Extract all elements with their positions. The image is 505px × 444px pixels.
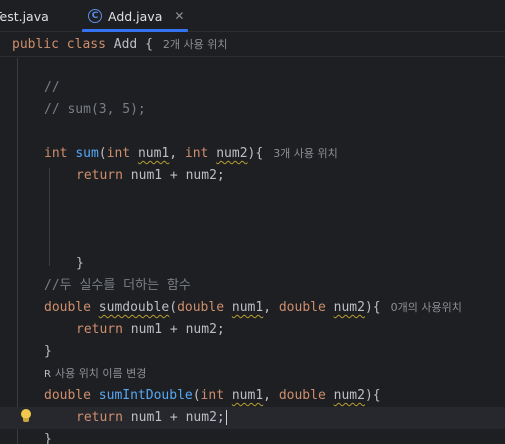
brace: { [145,37,153,52]
expression: num1 + num2; [130,410,225,425]
method-name: sumdouble [98,300,170,315]
method-name: sum [75,146,99,161]
comment-line[interactable]: // sum(3, 5); [44,99,146,121]
method-sum-declaration[interactable]: int sum(int num1, int num2){3개 사용 위치 [44,143,338,165]
brace: } [44,344,52,359]
tab-label: Add.java [108,8,163,24]
return-statement[interactable]: return num1 + num2; [76,319,225,341]
method-sumdouble-declaration[interactable]: double sumdouble(double num1, double num… [44,297,462,319]
brace: } [44,432,52,444]
param-type: int [200,388,225,403]
return-type: int [44,146,68,161]
tab-test-java[interactable]: Test.java [0,0,49,32]
expression: num1 + num2; [130,168,225,183]
indent-guide [49,168,50,266]
param-name: num2 [333,300,365,315]
comment-line[interactable]: // [44,77,60,99]
method-sumintdouble-declaration[interactable]: double sumIntDouble(int num1, double num… [44,385,381,407]
tab-label: Test.java [0,8,49,24]
comment-line[interactable]: //두 실수를 더하는 함수 [44,275,191,297]
keyword-public: public [12,37,59,52]
expression: num1 + num2; [130,322,225,337]
keyword-return: return [76,410,123,425]
editor-tab-bar: Test.java C Add.java ✕ [0,0,505,32]
tab-add-java[interactable]: C Add.java ✕ [82,0,189,32]
comment: // [44,80,60,95]
param-name: num1 [231,300,264,315]
param-type: double [278,300,326,315]
rename-icon: R [44,369,51,380]
keyword-return: return [76,322,123,337]
comment: //두 실수를 더하는 함수 [44,278,191,293]
class-declaration: public class Add {2개 사용 위치 [12,34,228,56]
return-statement[interactable]: return num1 + num2; [76,165,225,187]
param-name: num1 [231,388,264,403]
closing-brace[interactable]: } [44,429,52,444]
param-type: double [177,300,225,315]
param-name: num2 [216,146,248,161]
usages-hint[interactable]: 3개 사용 위치 [273,147,338,160]
class-name: Add [113,37,138,52]
keyword-return: return [76,168,123,183]
return-statement[interactable]: return num1 + num2; [76,407,227,429]
class-icon: C [88,9,102,23]
rename-hint-label: 사용 위치 이름 변경 [54,367,147,380]
return-type: double [44,388,91,403]
method-name: sumIntDouble [98,388,193,403]
usages-hint[interactable]: 2개 사용 위치 [163,38,228,51]
rename-usages-hint[interactable]: R 사용 위치 이름 변경 [44,363,146,385]
closing-brace[interactable]: } [76,253,84,275]
param-name: num1 [137,146,170,161]
return-type: double [44,300,91,315]
param-type: double [278,388,326,403]
brace: ){ [247,146,264,161]
param-type: int [106,146,131,161]
text-caret [225,410,227,425]
active-tab-indicator [82,29,189,32]
keyword-class: class [66,37,106,52]
param-name: num2 [333,388,365,403]
usages-hint[interactable]: 0개의 사용위치 [391,301,462,314]
brace: } [76,256,84,271]
indent-guide [17,58,18,444]
closing-brace[interactable]: } [44,341,52,363]
close-icon[interactable]: ✕ [174,9,184,23]
param-type: int [184,146,209,161]
sticky-class-header[interactable]: public class Add {2개 사용 위치 [0,33,505,57]
comment: // sum(3, 5); [44,102,146,117]
lightbulb-icon[interactable] [20,409,32,423]
